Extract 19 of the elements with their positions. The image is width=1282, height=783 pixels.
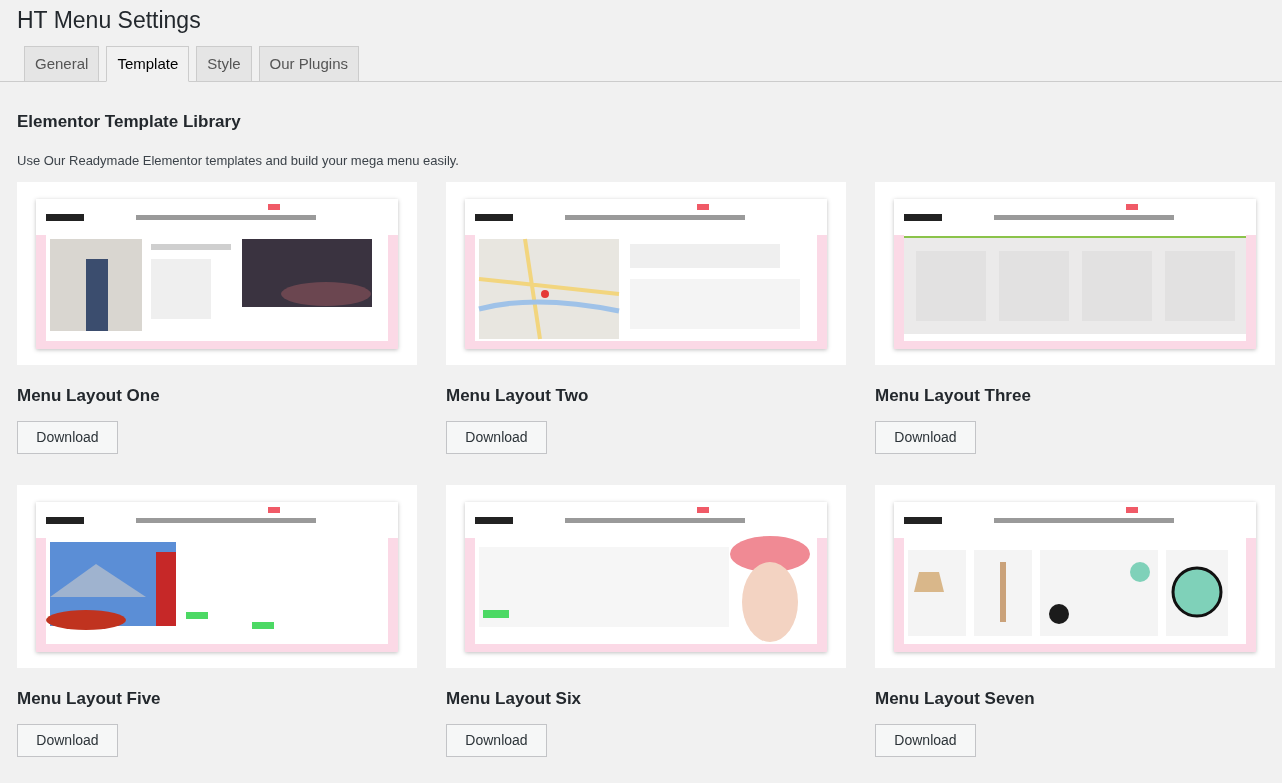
template-title: Menu Layout One: [17, 385, 161, 407]
page-title: HT Menu Settings: [16, 6, 202, 35]
tab[interactable]: Template: [106, 46, 190, 82]
template-title: Menu Layout Two: [446, 385, 590, 407]
template-title: Menu Layout Seven: [875, 688, 1036, 710]
download-button[interactable]: Download: [446, 724, 547, 757]
section-description: Use Our Readymade Elementor templates and build your mega menu easily.: [17, 151, 460, 170]
template-title: Menu Layout Five: [17, 688, 162, 710]
download-button[interactable]: Download: [446, 421, 547, 454]
tab[interactable]: General: [24, 46, 100, 82]
tab[interactable]: Style: [196, 46, 252, 82]
section-heading: Elementor Template Library: [17, 111, 242, 133]
download-button[interactable]: Download: [875, 421, 976, 454]
download-button[interactable]: Download: [17, 421, 118, 454]
template-title: Menu Layout Six: [446, 688, 583, 710]
download-button[interactable]: Download: [875, 724, 976, 757]
download-button[interactable]: Download: [17, 724, 118, 757]
tab[interactable]: Our Plugins: [258, 46, 359, 82]
template-title: Menu Layout Three: [875, 385, 1032, 407]
